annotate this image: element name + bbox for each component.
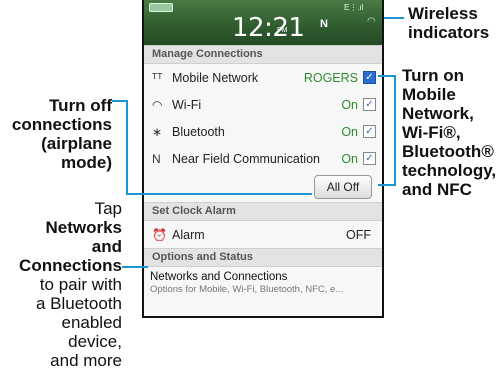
turn-off-line-horizontal: [112, 100, 126, 102]
wifi-label: Wi-Fi: [172, 97, 202, 112]
turn-off-line-4: mode): [61, 153, 112, 172]
tap-callout-line: [122, 266, 148, 268]
manage-connections-panel: ᵀᵀ Mobile Network ROGERS ✓ ◠ Wi-Fi On ✓ …: [144, 64, 382, 202]
nfc-checkbox[interactable]: ✓: [363, 152, 376, 165]
turn-on-line-4: Wi-Fi®,: [402, 123, 461, 142]
turn-off-callout: Turn off connections (airplane mode): [6, 96, 112, 172]
wifi-checkbox[interactable]: ✓: [363, 98, 376, 111]
alarm-panel: ⏰ Alarm OFF: [144, 221, 382, 248]
signal-strength-icon: E⋮.ıl: [344, 3, 364, 12]
wireless-callout-line: [384, 17, 404, 19]
wifi-indicator-icon: ◠: [367, 16, 376, 27]
networks-connections-subtitle: Options for Mobile, Wi-Fi, Bluetooth, NF…: [150, 284, 344, 295]
bluetooth-checkbox[interactable]: ✓: [363, 125, 376, 138]
turn-off-line-1: Turn off: [49, 96, 112, 115]
turn-on-line-7: and NFC: [402, 180, 472, 199]
mobile-network-status: ROGERS: [303, 70, 358, 85]
turn-off-line-to-button: [126, 193, 312, 195]
turn-off-line-2: connections: [11, 115, 112, 134]
all-off-button[interactable]: All Off: [314, 175, 372, 199]
turn-on-bracket-vertical: [394, 75, 396, 185]
tap-line-2: Networks: [45, 218, 122, 237]
wireless-callout: Wireless indicators: [408, 4, 498, 42]
clock-ampm: PM: [277, 27, 288, 34]
networks-connections-title: Networks and Connections: [150, 271, 288, 283]
wifi-icon: ◠: [152, 97, 163, 112]
turn-on-line-1: Turn on: [402, 66, 464, 85]
all-off-row: All Off: [144, 172, 382, 202]
bluetooth-status: On: [341, 124, 358, 139]
turn-off-line-3: (airplane: [41, 134, 112, 153]
status-bar: 12:21 PM N E⋮.ıl ◠: [144, 0, 382, 45]
alarm-clock-icon: ⏰: [152, 227, 167, 242]
manage-connections-header: Manage Connections: [144, 45, 382, 64]
turn-on-line-6: technology,: [402, 161, 497, 180]
set-clock-alarm-header: Set Clock Alarm: [144, 202, 382, 221]
tap-line-5: to pair with: [39, 275, 122, 294]
options-status-header: Options and Status: [144, 248, 382, 267]
row-nfc[interactable]: N Near Field Communication On ✓: [144, 145, 382, 172]
nfc-icon: N: [152, 151, 161, 166]
row-bluetooth[interactable]: ∗ Bluetooth On ✓: [144, 118, 382, 145]
tap-line-9: and more: [50, 351, 122, 370]
tap-line-1: Tap: [94, 199, 122, 218]
row-wifi[interactable]: ◠ Wi-Fi On ✓: [144, 91, 382, 118]
nfc-status: On: [341, 151, 358, 166]
wireless-callout-text: Wireless indicators: [408, 4, 490, 42]
tap-line-4: Connections: [19, 256, 122, 275]
nfc-label: Near Field Communication: [172, 151, 320, 166]
bluetooth-icon: ∗: [152, 124, 163, 139]
bluetooth-label: Bluetooth: [172, 124, 225, 139]
phone-screen: 12:21 PM N E⋮.ıl ◠ Manage Connections ᵀᵀ…: [142, 0, 384, 318]
tap-line-8: device,: [68, 332, 122, 351]
row-mobile-network[interactable]: ᵀᵀ Mobile Network ROGERS ✓: [144, 64, 382, 91]
nfc-indicator-icon: N: [320, 18, 328, 30]
turn-on-line-5: Bluetooth®: [402, 142, 494, 161]
battery-icon: [149, 3, 173, 12]
alarm-label: Alarm: [172, 227, 205, 242]
turn-on-line-2: Mobile: [402, 85, 456, 104]
tap-line-7: enabled: [61, 313, 122, 332]
clock-time: 12:21: [232, 13, 305, 43]
row-alarm[interactable]: ⏰ Alarm OFF: [144, 221, 382, 248]
turn-off-line-vertical: [126, 100, 128, 195]
tap-callout: Tap Networks and Connections to pair wit…: [4, 199, 122, 370]
turn-on-callout: Turn on Mobile Network, Wi-Fi®, Bluetoot…: [402, 66, 498, 199]
turn-on-bracket-bottom: [378, 184, 396, 186]
tap-line-6: a Bluetooth: [35, 294, 122, 313]
mobile-network-checkbox[interactable]: ✓: [363, 71, 376, 84]
turn-on-line-3: Network,: [402, 104, 474, 123]
networks-connections-item[interactable]: Networks and Connections Options for Mob…: [144, 267, 382, 316]
mobile-network-label: Mobile Network: [172, 70, 259, 85]
mobile-network-icon: ᵀᵀ: [152, 70, 163, 85]
alarm-status: OFF: [346, 227, 371, 242]
tap-line-3: and: [91, 237, 122, 256]
wifi-status: On: [341, 97, 358, 112]
